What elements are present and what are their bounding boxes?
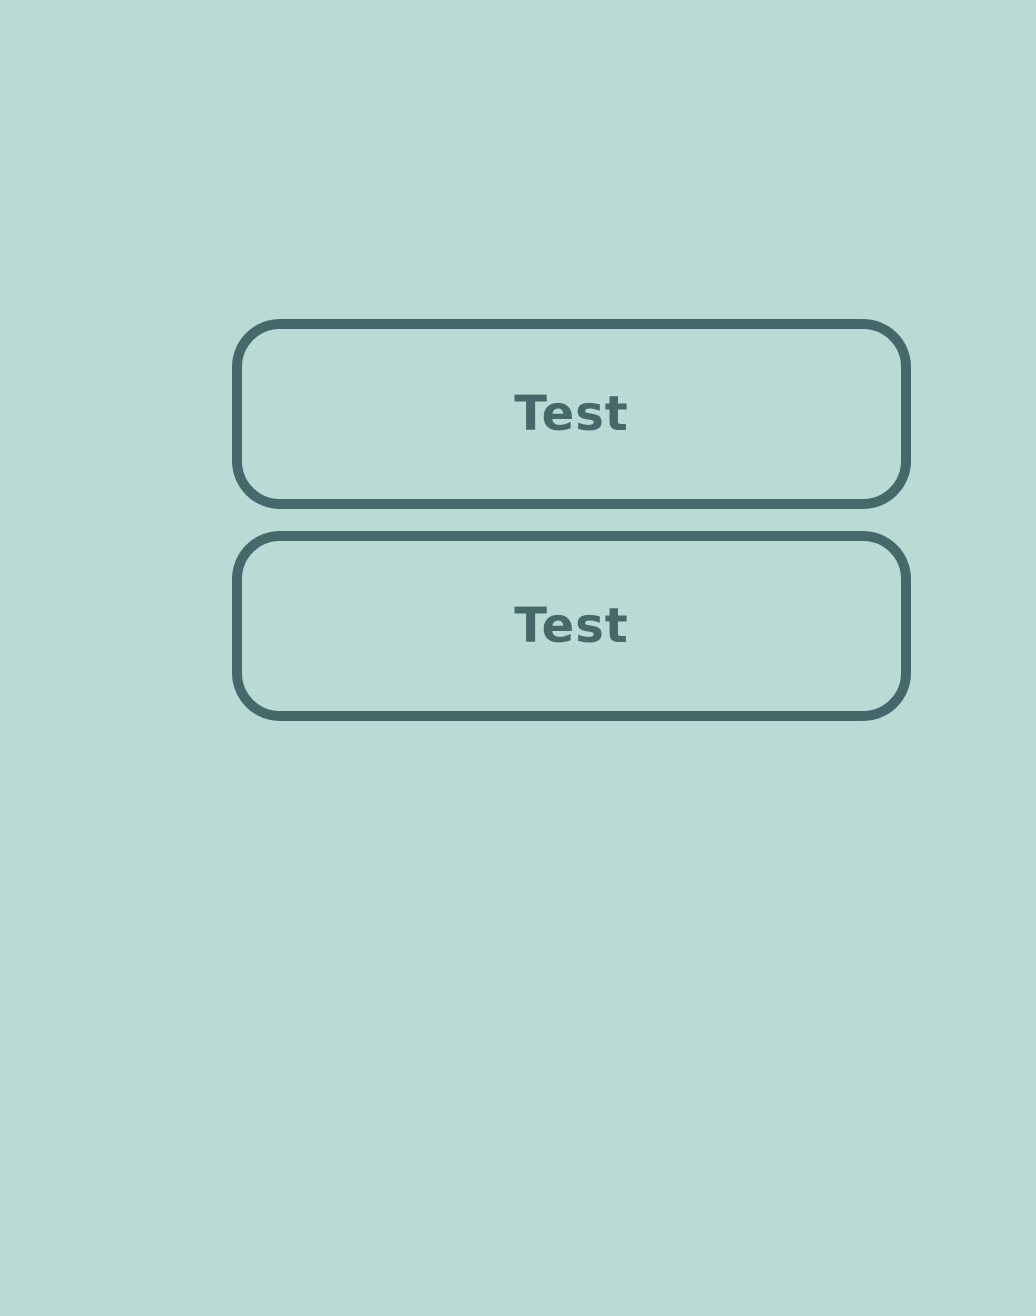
test-button-1-label: Test <box>514 386 629 442</box>
test-button-2[interactable]: Test <box>232 531 911 721</box>
test-button-2-label: Test <box>514 598 629 654</box>
test-button-1[interactable]: Test <box>232 319 911 509</box>
